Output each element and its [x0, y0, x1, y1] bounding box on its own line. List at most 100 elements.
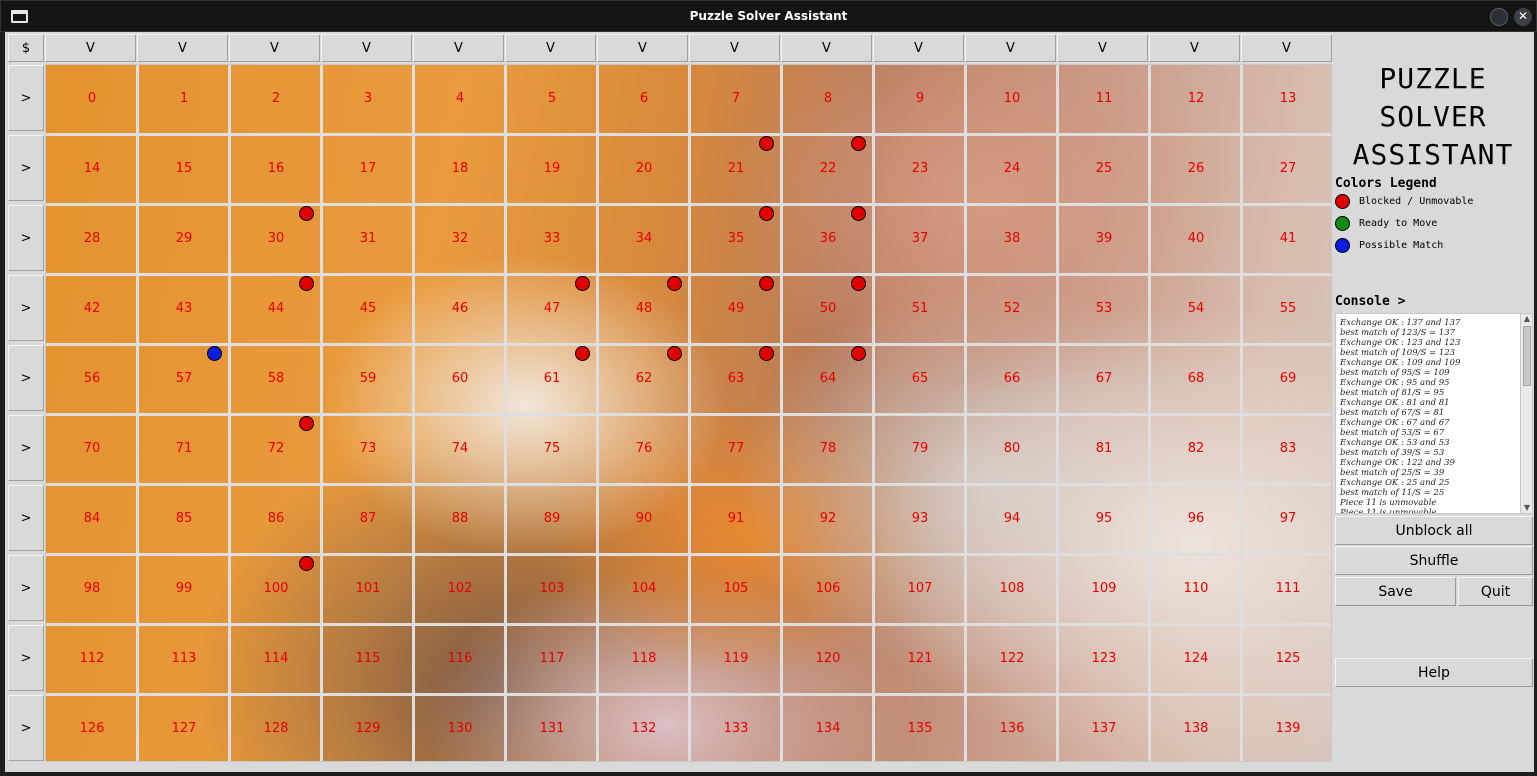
cell-number[interactable]: 121	[874, 651, 966, 666]
cell-number[interactable]: 100	[230, 581, 322, 596]
cell-number[interactable]: 38	[966, 231, 1058, 246]
cell-number[interactable]: 83	[1242, 441, 1331, 456]
cell-number[interactable]: 55	[1242, 301, 1331, 316]
cell-number[interactable]: 69	[1242, 371, 1331, 386]
cell-number[interactable]: 52	[966, 301, 1058, 316]
column-button-8[interactable]: V	[781, 34, 872, 62]
cell-number[interactable]: 90	[598, 511, 690, 526]
cell-number[interactable]: 72	[230, 441, 322, 456]
scroll-thumb[interactable]	[1523, 326, 1531, 386]
cell-number[interactable]: 117	[506, 651, 598, 666]
cell-number[interactable]: 32	[414, 231, 506, 246]
cell-number[interactable]: 60	[414, 371, 506, 386]
help-button[interactable]: Help	[1335, 658, 1533, 687]
red-marker-icon[interactable]	[851, 276, 866, 291]
cell-number[interactable]: 65	[874, 371, 966, 386]
row-button-1[interactable]: >	[8, 135, 44, 201]
cell-number[interactable]: 33	[506, 231, 598, 246]
cell-number[interactable]: 4	[414, 91, 506, 106]
cell-number[interactable]: 92	[782, 511, 874, 526]
red-marker-icon[interactable]	[299, 276, 314, 291]
scroll-up-arrow-icon[interactable]: ▲	[1522, 314, 1532, 324]
cell-number[interactable]: 39	[1058, 231, 1150, 246]
cell-number[interactable]: 119	[690, 651, 782, 666]
cell-number[interactable]: 28	[46, 231, 138, 246]
corner-button[interactable]: $	[8, 34, 44, 62]
cell-number[interactable]: 116	[414, 651, 506, 666]
red-marker-icon[interactable]	[575, 276, 590, 291]
cell-number[interactable]: 91	[690, 511, 782, 526]
unblock-all-button[interactable]: Unblock all	[1335, 516, 1533, 545]
cell-number[interactable]: 23	[874, 161, 966, 176]
red-marker-icon[interactable]	[667, 276, 682, 291]
cell-number[interactable]: 11	[1058, 91, 1150, 106]
cell-number[interactable]: 111	[1242, 581, 1331, 596]
cell-number[interactable]: 98	[46, 581, 138, 596]
cell-number[interactable]: 22	[782, 161, 874, 176]
cell-number[interactable]: 57	[138, 371, 230, 386]
cell-number[interactable]: 49	[690, 301, 782, 316]
cell-number[interactable]: 26	[1150, 161, 1242, 176]
row-button-2[interactable]: >	[8, 205, 44, 271]
red-marker-icon[interactable]	[667, 346, 682, 361]
cell-number[interactable]: 70	[46, 441, 138, 456]
row-button-6[interactable]: >	[8, 485, 44, 551]
row-button-8[interactable]: >	[8, 625, 44, 691]
puzzle-board[interactable]: 0 1 2 3 4 5 6 7 8 9 10 11 12 13 14 15 16 17 18 19 20 21 22 23 24…	[45, 64, 1332, 762]
column-button-7[interactable]: V	[689, 34, 780, 62]
cell-number[interactable]: 102	[414, 581, 506, 596]
cell-number[interactable]: 77	[690, 441, 782, 456]
red-marker-icon[interactable]	[759, 346, 774, 361]
cell-number[interactable]: 108	[966, 581, 1058, 596]
cell-number[interactable]: 36	[782, 231, 874, 246]
cell-number[interactable]: 81	[1058, 441, 1150, 456]
cell-number[interactable]: 115	[322, 651, 414, 666]
column-button-11[interactable]: V	[1057, 34, 1148, 62]
cell-number[interactable]: 45	[322, 301, 414, 316]
cell-number[interactable]: 124	[1150, 651, 1242, 666]
cell-number[interactable]: 66	[966, 371, 1058, 386]
cell-number[interactable]: 99	[138, 581, 230, 596]
cell-number[interactable]: 73	[322, 441, 414, 456]
cell-number[interactable]: 20	[598, 161, 690, 176]
cell-number[interactable]: 34	[598, 231, 690, 246]
cell-number[interactable]: 61	[506, 371, 598, 386]
cell-number[interactable]: 103	[506, 581, 598, 596]
cell-number[interactable]: 21	[690, 161, 782, 176]
cell-number[interactable]: 67	[1058, 371, 1150, 386]
scroll-down-arrow-icon[interactable]: ▼	[1522, 503, 1532, 513]
cell-number[interactable]: 86	[230, 511, 322, 526]
cell-number[interactable]: 127	[138, 721, 230, 736]
cell-number[interactable]: 1	[138, 91, 230, 106]
cell-number[interactable]: 95	[1058, 511, 1150, 526]
cell-number[interactable]: 24	[966, 161, 1058, 176]
cell-number[interactable]: 15	[138, 161, 230, 176]
cell-number[interactable]: 93	[874, 511, 966, 526]
cell-number[interactable]: 25	[1058, 161, 1150, 176]
cell-number[interactable]: 128	[230, 721, 322, 736]
cell-number[interactable]: 126	[46, 721, 138, 736]
cell-number[interactable]: 8	[782, 91, 874, 106]
cell-number[interactable]: 41	[1242, 231, 1331, 246]
cell-number[interactable]: 13	[1242, 91, 1331, 106]
row-button-7[interactable]: >	[8, 555, 44, 621]
red-marker-icon[interactable]	[759, 136, 774, 151]
column-button-1[interactable]: V	[137, 34, 228, 62]
cell-number[interactable]: 47	[506, 301, 598, 316]
row-button-9[interactable]: >	[8, 695, 44, 761]
cell-number[interactable]: 78	[782, 441, 874, 456]
column-button-10[interactable]: V	[965, 34, 1056, 62]
column-button-5[interactable]: V	[505, 34, 596, 62]
cell-number[interactable]: 134	[782, 721, 874, 736]
cell-number[interactable]: 63	[690, 371, 782, 386]
red-marker-icon[interactable]	[575, 346, 590, 361]
row-button-5[interactable]: >	[8, 415, 44, 481]
column-button-13[interactable]: V	[1241, 34, 1332, 62]
cell-number[interactable]: 18	[414, 161, 506, 176]
cell-number[interactable]: 75	[506, 441, 598, 456]
cell-number[interactable]: 71	[138, 441, 230, 456]
save-button[interactable]: Save	[1335, 577, 1456, 606]
cell-number[interactable]: 131	[506, 721, 598, 736]
cell-number[interactable]: 114	[230, 651, 322, 666]
cell-number[interactable]: 58	[230, 371, 322, 386]
